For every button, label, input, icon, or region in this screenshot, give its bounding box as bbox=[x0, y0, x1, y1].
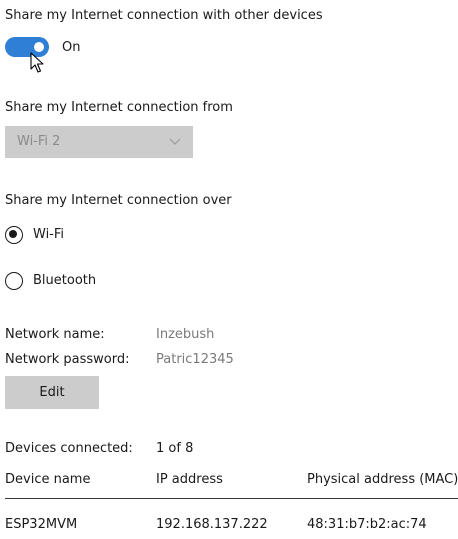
network-name-value: Inzebush bbox=[156, 327, 215, 342]
table-header-divider bbox=[5, 498, 458, 499]
radio-bluetooth-label[interactable]: Bluetooth bbox=[33, 273, 96, 288]
radio-selected-dot bbox=[9, 230, 18, 239]
ip-address-cell: 192.168.137.222 bbox=[156, 517, 268, 532]
chevron-down-icon bbox=[169, 138, 181, 145]
toggle-state-label: On bbox=[62, 40, 81, 55]
share-from-selected: Wi-Fi 2 bbox=[17, 134, 61, 149]
network-password-label: Network password: bbox=[5, 352, 130, 367]
radio-bluetooth[interactable] bbox=[5, 272, 23, 290]
toggle-knob bbox=[34, 42, 44, 52]
radio-wifi-label[interactable]: Wi-Fi bbox=[33, 227, 64, 242]
devices-connected-value: 1 of 8 bbox=[156, 441, 194, 456]
column-header-device-name: Device name bbox=[5, 472, 91, 487]
share-from-dropdown[interactable]: Wi-Fi 2 bbox=[5, 126, 193, 158]
radio-wifi[interactable] bbox=[5, 226, 23, 244]
column-header-mac-address: Physical address (MAC) bbox=[307, 472, 458, 487]
column-header-ip-address: IP address bbox=[156, 472, 223, 487]
share-connection-title: Share my Internet connection with other … bbox=[5, 8, 323, 23]
devices-connected-label: Devices connected: bbox=[5, 441, 133, 456]
network-name-label: Network name: bbox=[5, 327, 105, 342]
edit-button[interactable]: Edit bbox=[5, 376, 99, 409]
mac-address-cell: 48:31:b7:b2:ac:74 bbox=[307, 517, 427, 532]
network-password-value: Patric12345 bbox=[156, 352, 234, 367]
device-name-cell: ESP32MVM bbox=[5, 517, 78, 532]
share-from-label: Share my Internet connection from bbox=[5, 100, 233, 115]
mouse-cursor-icon bbox=[30, 52, 44, 73]
share-over-label: Share my Internet connection over bbox=[5, 193, 232, 208]
